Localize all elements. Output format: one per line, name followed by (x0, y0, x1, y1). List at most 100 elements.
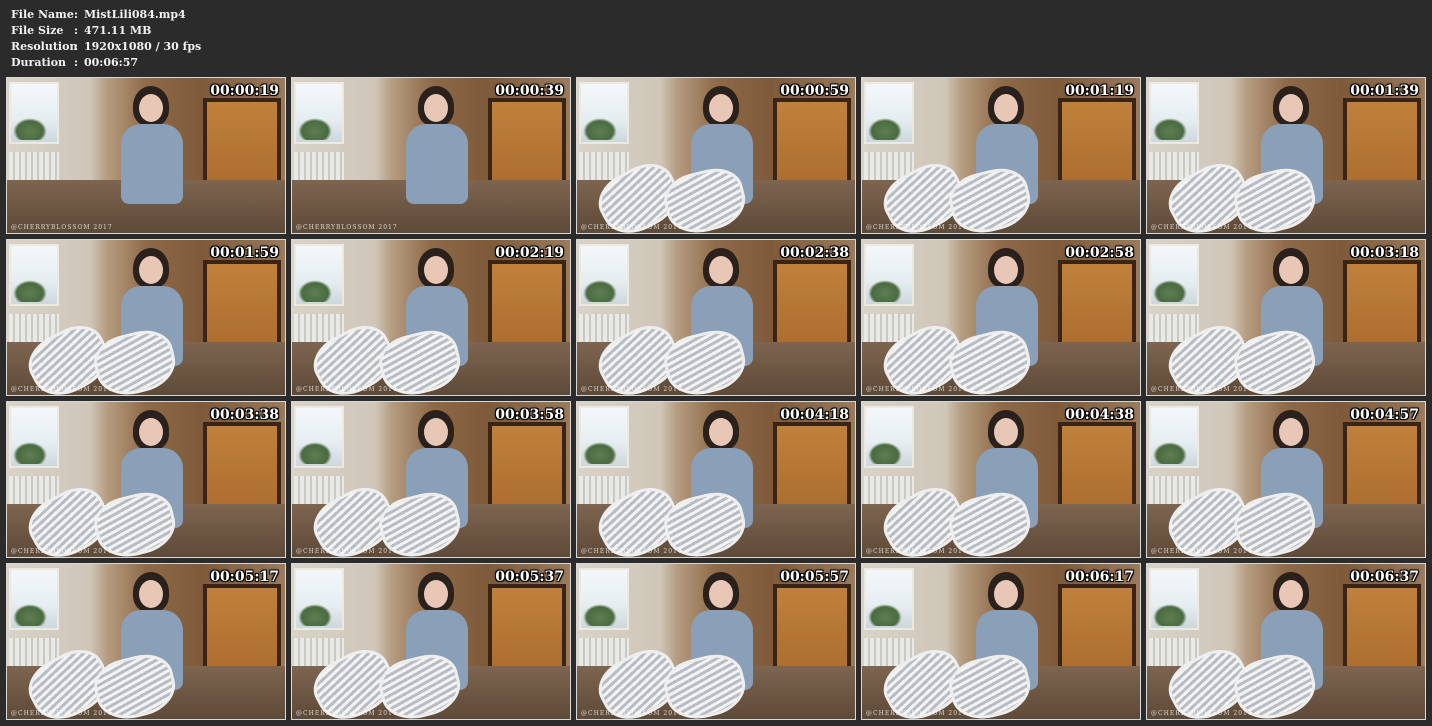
thumbnail-frame-image: @CHERRYBLOSSOM 2017 (292, 78, 570, 233)
plant (868, 442, 902, 464)
timestamp: 00:05:17 (210, 569, 279, 585)
file-info-header: File Name : MistLili084.mp4 File Size : … (11, 7, 201, 71)
thumbnail-frame-image: @CHERRYBLOSSOM 2017 (292, 564, 570, 719)
face (994, 94, 1018, 122)
face (709, 256, 733, 284)
watermark: @CHERRYBLOSSOM 2017 (1151, 224, 1253, 231)
face (994, 256, 1018, 284)
thumbnail-frame-image: @CHERRYBLOSSOM 2017 (7, 402, 285, 557)
video-thumbnail[interactable]: @CHERRYBLOSSOM 2017 00:04:38 (861, 401, 1141, 558)
video-thumbnail[interactable]: @CHERRYBLOSSOM 2017 00:01:19 (861, 77, 1141, 234)
video-thumbnail[interactable]: @CHERRYBLOSSOM 2017 00:05:17 (6, 563, 286, 720)
file-name-row: File Name : MistLili084.mp4 (11, 7, 201, 23)
timestamp: 00:01:39 (1350, 83, 1419, 99)
file-size-row: File Size : 471.11 MB (11, 23, 201, 39)
face (1279, 418, 1303, 446)
plant (583, 442, 617, 464)
video-thumbnail[interactable]: @CHERRYBLOSSOM 2017 00:00:19 (6, 77, 286, 234)
face (994, 418, 1018, 446)
timestamp: 00:06:37 (1350, 569, 1419, 585)
plant (1153, 604, 1187, 626)
watermark: @CHERRYBLOSSOM 2017 (11, 710, 113, 717)
plant (868, 604, 902, 626)
face (424, 94, 448, 122)
face (709, 94, 733, 122)
plant (13, 442, 47, 464)
thumbnail-frame-image: @CHERRYBLOSSOM 2017 (862, 402, 1140, 557)
video-thumbnail[interactable]: @CHERRYBLOSSOM 2017 00:02:19 (291, 239, 571, 396)
plant (298, 442, 332, 464)
video-thumbnail[interactable]: @CHERRYBLOSSOM 2017 00:03:58 (291, 401, 571, 558)
watermark: @CHERRYBLOSSOM 2017 (1151, 548, 1253, 555)
watermark: @CHERRYBLOSSOM 2017 (1151, 386, 1253, 393)
watermark: @CHERRYBLOSSOM 2017 (581, 224, 683, 231)
face (424, 256, 448, 284)
video-thumbnail[interactable]: @CHERRYBLOSSOM 2017 00:06:17 (861, 563, 1141, 720)
person (402, 86, 472, 226)
video-thumbnail[interactable]: @CHERRYBLOSSOM 2017 00:02:58 (861, 239, 1141, 396)
video-thumbnail[interactable]: @CHERRYBLOSSOM 2017 00:06:37 (1146, 563, 1426, 720)
watermark: @CHERRYBLOSSOM 2017 (296, 548, 398, 555)
face (994, 580, 1018, 608)
file-name-label: File Name (11, 8, 74, 21)
thumbnail-frame-image: @CHERRYBLOSSOM 2017 (7, 564, 285, 719)
video-thumbnail[interactable]: @CHERRYBLOSSOM 2017 00:01:59 (6, 239, 286, 396)
thumbnail-frame-image: @CHERRYBLOSSOM 2017 (577, 402, 855, 557)
video-thumbnail[interactable]: @CHERRYBLOSSOM 2017 00:04:18 (576, 401, 856, 558)
thumbnail-frame-image: @CHERRYBLOSSOM 2017 (862, 564, 1140, 719)
plant (583, 118, 617, 140)
timestamp: 00:03:38 (210, 407, 279, 423)
timestamp: 00:01:59 (210, 245, 279, 261)
separator: : (74, 56, 79, 69)
file-size-value: 471.11 MB (84, 24, 152, 37)
file-size-label: File Size (11, 24, 64, 37)
face (1279, 256, 1303, 284)
plant (1153, 442, 1187, 464)
thumbnail-frame-image: @CHERRYBLOSSOM 2017 (1147, 240, 1425, 395)
thumbnail-frame-image: @CHERRYBLOSSOM 2017 (1147, 564, 1425, 719)
separator: : (74, 8, 79, 21)
separator: : (74, 40, 79, 53)
watermark: @CHERRYBLOSSOM 2017 (296, 710, 398, 717)
thumbnail-frame-image: @CHERRYBLOSSOM 2017 (862, 240, 1140, 395)
watermark: @CHERRYBLOSSOM 2017 (866, 224, 968, 231)
resolution-row: Resolution : 1920x1080 / 30 fps (11, 39, 201, 55)
video-thumbnail[interactable]: @CHERRYBLOSSOM 2017 00:03:38 (6, 401, 286, 558)
plant (1153, 118, 1187, 140)
thumbnail-frame-image: @CHERRYBLOSSOM 2017 (1147, 78, 1425, 233)
duration-label: Duration (11, 56, 67, 69)
timestamp: 00:04:18 (780, 407, 849, 423)
video-thumbnail[interactable]: @CHERRYBLOSSOM 2017 00:05:57 (576, 563, 856, 720)
timestamp: 00:04:57 (1350, 407, 1419, 423)
duration-value: 00:06:57 (84, 56, 139, 69)
video-thumbnail[interactable]: @CHERRYBLOSSOM 2017 00:02:38 (576, 239, 856, 396)
torso (406, 124, 468, 204)
thumbnail-frame-image: @CHERRYBLOSSOM 2017 (292, 240, 570, 395)
plant (13, 280, 47, 302)
video-thumbnail[interactable]: @CHERRYBLOSSOM 2017 00:03:18 (1146, 239, 1426, 396)
timestamp: 00:02:38 (780, 245, 849, 261)
watermark: @CHERRYBLOSSOM 2017 (11, 224, 113, 231)
watermark: @CHERRYBLOSSOM 2017 (11, 548, 113, 555)
video-thumbnail[interactable]: @CHERRYBLOSSOM 2017 00:05:37 (291, 563, 571, 720)
thumbnail-frame-image: @CHERRYBLOSSOM 2017 (292, 402, 570, 557)
face (709, 580, 733, 608)
video-thumbnail[interactable]: @CHERRYBLOSSOM 2017 00:00:59 (576, 77, 856, 234)
thumbnail-frame-image: @CHERRYBLOSSOM 2017 (577, 240, 855, 395)
resolution-label: Resolution (11, 40, 78, 53)
plant (298, 118, 332, 140)
video-thumbnail[interactable]: @CHERRYBLOSSOM 2017 00:00:39 (291, 77, 571, 234)
timestamp: 00:00:59 (780, 83, 849, 99)
watermark: @CHERRYBLOSSOM 2017 (1151, 710, 1253, 717)
video-thumbnail[interactable]: @CHERRYBLOSSOM 2017 00:04:57 (1146, 401, 1426, 558)
face (139, 256, 163, 284)
timestamp: 00:02:58 (1065, 245, 1134, 261)
plant (298, 280, 332, 302)
timestamp: 00:03:58 (495, 407, 564, 423)
face (139, 580, 163, 608)
duration-row: Duration : 00:06:57 (11, 55, 201, 71)
watermark: @CHERRYBLOSSOM 2017 (581, 710, 683, 717)
video-thumbnail[interactable]: @CHERRYBLOSSOM 2017 00:01:39 (1146, 77, 1426, 234)
plant (868, 118, 902, 140)
thumbnail-frame-image: @CHERRYBLOSSOM 2017 (577, 564, 855, 719)
